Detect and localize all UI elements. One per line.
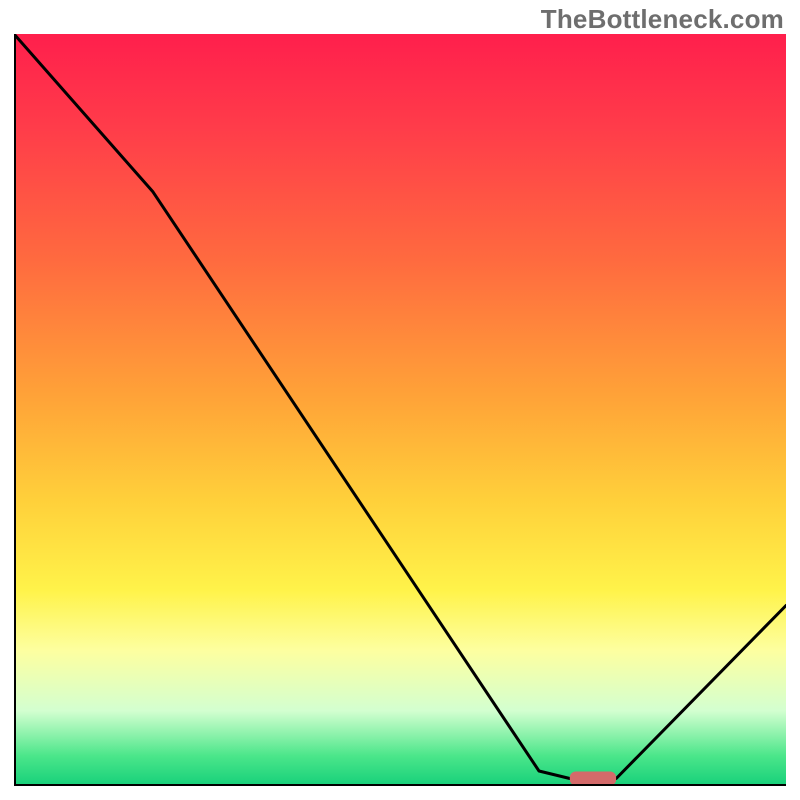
chart-container: TheBottleneck.com xyxy=(0,0,800,800)
y-axis xyxy=(14,34,16,786)
heat-gradient xyxy=(14,34,786,786)
x-axis xyxy=(14,784,786,786)
plot-area xyxy=(14,34,786,786)
watermark-text: TheBottleneck.com xyxy=(541,4,784,35)
